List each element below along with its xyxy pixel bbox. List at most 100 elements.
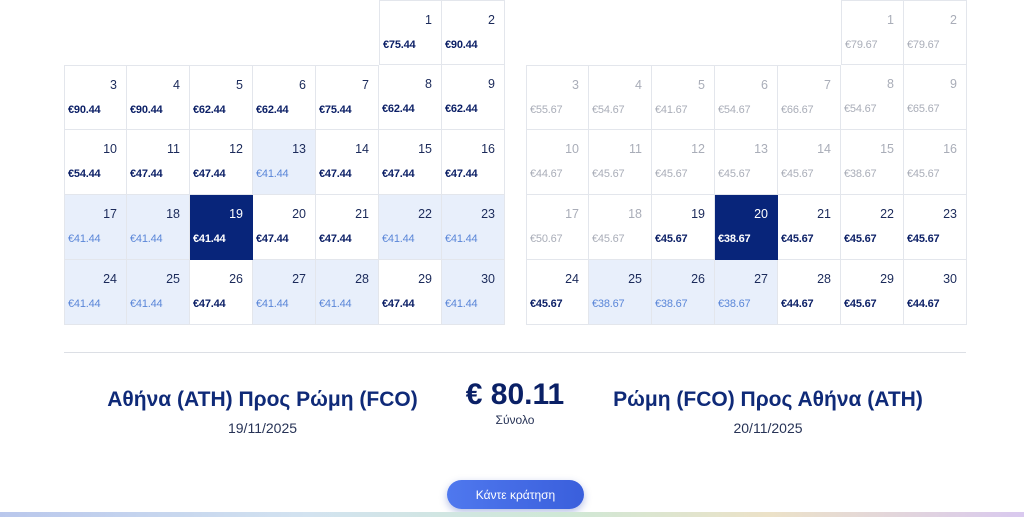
day-number: 16 bbox=[481, 142, 495, 156]
day-price: €55.67 bbox=[530, 104, 563, 116]
day-price: €47.44 bbox=[193, 298, 226, 310]
day-number: 27 bbox=[754, 272, 768, 286]
day-price: €47.44 bbox=[445, 168, 478, 180]
calendar-day-21[interactable]: 21 €45.67 bbox=[778, 195, 841, 260]
day-price: €90.44 bbox=[130, 104, 163, 116]
calendar-day-8[interactable]: 8 €62.44 bbox=[379, 65, 442, 130]
total-price: € 80.11 Σύνολο bbox=[455, 378, 575, 427]
day-price: €38.67 bbox=[592, 298, 625, 310]
calendar-day-28[interactable]: 28 €44.67 bbox=[778, 260, 841, 325]
day-price: €41.44 bbox=[382, 233, 415, 245]
day-price: €47.44 bbox=[193, 168, 226, 180]
day-price: €62.44 bbox=[256, 104, 289, 116]
day-number: 24 bbox=[565, 272, 579, 286]
day-number: 28 bbox=[817, 272, 831, 286]
day-number: 22 bbox=[418, 207, 432, 221]
calendar-day-9[interactable]: 9 €62.44 bbox=[442, 65, 505, 130]
day-number: 27 bbox=[292, 272, 306, 286]
outbound-date: 19/11/2025 bbox=[227, 420, 298, 436]
day-price: €41.44 bbox=[68, 233, 101, 245]
day-price: €41.44 bbox=[193, 233, 226, 245]
calendar-day-4[interactable]: 4 €90.44 bbox=[127, 65, 190, 130]
day-number: 7 bbox=[824, 78, 831, 92]
calendar-day-27[interactable]: 27 €41.44 bbox=[253, 260, 316, 325]
calendar-day-26[interactable]: 26 €47.44 bbox=[190, 260, 253, 325]
calendar-day-5[interactable]: 5 €62.44 bbox=[190, 65, 253, 130]
calendar-day-2[interactable]: 2 €90.44 bbox=[442, 0, 505, 65]
day-price: €75.44 bbox=[319, 104, 352, 116]
day-number: 10 bbox=[565, 142, 579, 156]
calendar-day-30[interactable]: 30 €41.44 bbox=[442, 260, 505, 325]
calendar-day-1[interactable]: 1 €75.44 bbox=[379, 0, 442, 65]
day-number: 22 bbox=[880, 207, 894, 221]
calendar-day-23[interactable]: 23 €45.67 bbox=[904, 195, 967, 260]
calendar-day-7[interactable]: 7 €75.44 bbox=[316, 65, 379, 130]
calendar-day-22[interactable]: 22 €45.67 bbox=[841, 195, 904, 260]
day-number: 3 bbox=[110, 78, 117, 92]
calendar-day-13[interactable]: 13 €41.44 bbox=[253, 130, 316, 195]
day-number: 30 bbox=[943, 272, 957, 286]
day-price: €41.44 bbox=[445, 233, 478, 245]
day-price: €45.67 bbox=[530, 298, 563, 310]
calendar-day-29[interactable]: 29 €47.44 bbox=[379, 260, 442, 325]
calendar-day-25[interactable]: 25 €38.67 bbox=[589, 260, 652, 325]
calendar-day-23[interactable]: 23 €41.44 bbox=[442, 195, 505, 260]
day-price: €90.44 bbox=[68, 104, 101, 116]
calendar-day-12[interactable]: 12 €47.44 bbox=[190, 130, 253, 195]
day-price: €45.67 bbox=[655, 168, 688, 180]
calendar-day-17[interactable]: 17 €41.44 bbox=[64, 195, 127, 260]
day-price: €41.67 bbox=[655, 104, 688, 116]
day-number: 17 bbox=[565, 207, 579, 221]
day-price: €45.67 bbox=[592, 168, 625, 180]
calendar-day-27[interactable]: 27 €38.67 bbox=[715, 260, 778, 325]
calendar-day-30[interactable]: 30 €44.67 bbox=[904, 260, 967, 325]
day-number: 15 bbox=[418, 142, 432, 156]
calendar-day-4: 4 €54.67 bbox=[589, 65, 652, 130]
return-route: Ρώμη (FCO) Προς Αθήνα (ATH) bbox=[613, 388, 923, 411]
day-price: €62.44 bbox=[445, 103, 478, 115]
day-number: 11 bbox=[167, 142, 180, 156]
calendar-day-16[interactable]: 16 €47.44 bbox=[442, 130, 505, 195]
day-number: 29 bbox=[418, 272, 432, 286]
calendar-day-28[interactable]: 28 €41.44 bbox=[316, 260, 379, 325]
calendar-day-9: 9 €65.67 bbox=[904, 65, 967, 130]
calendar-day-5: 5 €41.67 bbox=[652, 65, 715, 130]
calendar-day-19[interactable]: 19 €41.44 bbox=[190, 195, 253, 260]
book-button[interactable]: Κάντε κράτηση bbox=[447, 480, 584, 509]
calendar-day-15[interactable]: 15 €47.44 bbox=[379, 130, 442, 195]
day-number: 25 bbox=[628, 272, 642, 286]
calendar-day-7: 7 €66.67 bbox=[778, 65, 841, 130]
calendar-day-3[interactable]: 3 €90.44 bbox=[64, 65, 127, 130]
day-number: 28 bbox=[355, 272, 369, 286]
calendar-day-21[interactable]: 21 €47.44 bbox=[316, 195, 379, 260]
calendar-day-29[interactable]: 29 €45.67 bbox=[841, 260, 904, 325]
day-number: 5 bbox=[236, 78, 243, 92]
day-price: €54.67 bbox=[718, 104, 751, 116]
calendar-day-6[interactable]: 6 €62.44 bbox=[253, 65, 316, 130]
day-number: 8 bbox=[887, 77, 894, 91]
day-number: 24 bbox=[103, 272, 117, 286]
day-price: €44.67 bbox=[781, 298, 814, 310]
calendar-day-20[interactable]: 20 €47.44 bbox=[253, 195, 316, 260]
calendar-day-24[interactable]: 24 €45.67 bbox=[526, 260, 589, 325]
day-number: 23 bbox=[943, 207, 957, 221]
calendar-day-10[interactable]: 10 €54.44 bbox=[64, 130, 127, 195]
calendar-day-14: 14 €45.67 bbox=[778, 130, 841, 195]
day-number: 16 bbox=[943, 142, 957, 156]
calendar-day-24[interactable]: 24 €41.44 bbox=[64, 260, 127, 325]
calendar-day-18[interactable]: 18 €41.44 bbox=[127, 195, 190, 260]
calendar-day-25[interactable]: 25 €41.44 bbox=[127, 260, 190, 325]
calendar-day-26[interactable]: 26 €38.67 bbox=[652, 260, 715, 325]
day-price: €45.67 bbox=[718, 168, 751, 180]
day-price: €90.44 bbox=[445, 39, 478, 51]
calendar-day-14[interactable]: 14 €47.44 bbox=[316, 130, 379, 195]
day-price: €44.67 bbox=[530, 168, 563, 180]
calendar-day-19[interactable]: 19 €45.67 bbox=[652, 195, 715, 260]
calendar-day-20[interactable]: 20 €38.67 bbox=[715, 195, 778, 260]
calendar-day-11[interactable]: 11 €47.44 bbox=[127, 130, 190, 195]
day-price: €54.67 bbox=[844, 103, 877, 115]
calendar-day-22[interactable]: 22 €41.44 bbox=[379, 195, 442, 260]
day-price: €38.67 bbox=[718, 233, 751, 245]
day-price: €41.44 bbox=[256, 298, 289, 310]
calendar-day-18: 18 €45.67 bbox=[589, 195, 652, 260]
